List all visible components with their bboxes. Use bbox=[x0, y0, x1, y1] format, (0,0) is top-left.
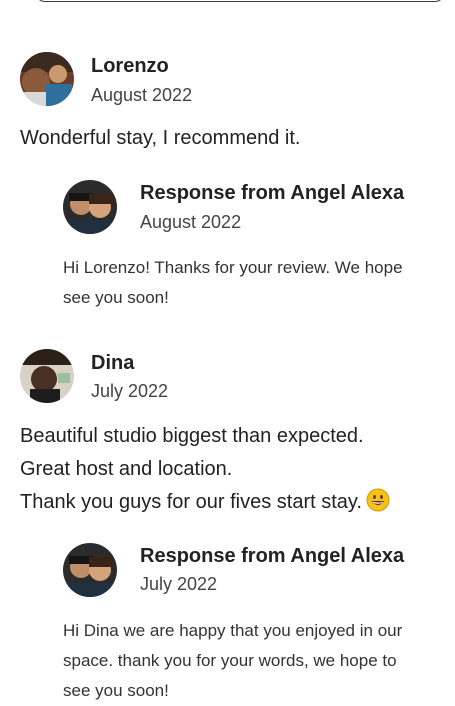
review-text-line: Great host and location. bbox=[20, 458, 233, 480]
review-date: July 2022 bbox=[91, 381, 169, 401]
host-avatar[interactable] bbox=[63, 180, 117, 234]
show-all-reviews-button[interactable] bbox=[35, 0, 445, 2]
response-date: August 2022 bbox=[140, 212, 242, 232]
reviewer-name: Dina bbox=[91, 352, 135, 374]
response-title: Response from Angel Alexa bbox=[140, 182, 405, 204]
review-text: Wonderful stay, I recommend it. bbox=[20, 122, 300, 155]
reviewer-name: Lorenzo bbox=[91, 55, 169, 77]
response-text-line: Hi Dina we are happy that you enjoyed in… bbox=[63, 621, 403, 640]
response-title: Response from Angel Alexa bbox=[140, 545, 405, 567]
response-text-line: Hi Lorenzo! Thanks for your review. We h… bbox=[63, 258, 403, 277]
response-text: Hi Dina we are happy that you enjoyed in… bbox=[63, 616, 402, 706]
response-text-line: see you soon! bbox=[63, 681, 169, 700]
review-text-line: Beautiful studio biggest than expected. bbox=[20, 425, 364, 447]
review-text-line: Thank you guys for our fives start stay. bbox=[20, 491, 362, 513]
review-text: Beautiful studio biggest than expected. … bbox=[20, 420, 390, 519]
grinning-face-emoji-icon bbox=[366, 488, 390, 512]
host-avatar[interactable] bbox=[63, 543, 117, 597]
reviewer-avatar[interactable] bbox=[20, 349, 74, 403]
response-text-line: space. thank you for your words, we hope… bbox=[63, 651, 397, 670]
review-date: August 2022 bbox=[91, 85, 193, 105]
reviewer-avatar[interactable] bbox=[20, 52, 74, 106]
response-date: July 2022 bbox=[140, 574, 218, 594]
response-text: Hi Lorenzo! Thanks for your review. We h… bbox=[63, 253, 403, 313]
review-text-line: Wonderful stay, I recommend it. bbox=[20, 127, 301, 149]
response-text-line: see you soon! bbox=[63, 288, 169, 307]
review-text-line-with-emoji: Thank you guys for our fives start stay. bbox=[20, 486, 390, 519]
